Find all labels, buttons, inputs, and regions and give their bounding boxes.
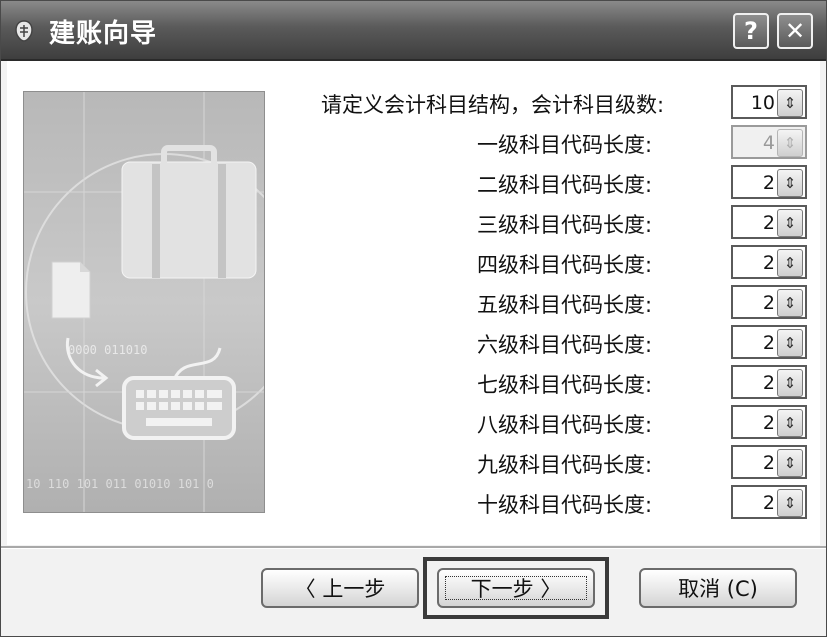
level-1-length-spinner: 4 ⇕	[731, 125, 807, 159]
levels-count-value[interactable]: 10	[751, 92, 775, 114]
spin-updown-icon[interactable]: ⇕	[777, 209, 803, 237]
window-title: 建账向导	[49, 19, 158, 49]
svg-text:0000 011010: 0000 011010	[68, 343, 147, 357]
spin-updown-icon[interactable]: ⇕	[777, 329, 803, 357]
spin-updown-icon[interactable]: ⇕	[777, 249, 803, 277]
help-button[interactable]: ?	[733, 13, 769, 49]
svg-text:10 110 101 011 01010 101 0: 10 110 101 011 01010 101 0	[26, 477, 214, 491]
level-3-label: 三级科目代码长度:	[477, 213, 653, 237]
spin-updown-icon[interactable]: ⇕	[777, 409, 803, 437]
level-4-label: 四级科目代码长度:	[477, 253, 653, 277]
level-5-label: 五级科目代码长度:	[477, 293, 653, 317]
footer-divider	[1, 546, 826, 549]
level-5-length-spinner[interactable]: 2 ⇕	[731, 285, 807, 319]
level-9-label: 九级科目代码长度:	[477, 453, 653, 477]
level-10-length-value[interactable]: 2	[763, 492, 775, 514]
level-4-length-value[interactable]: 2	[763, 252, 775, 274]
level-7-length-spinner[interactable]: 2 ⇕	[731, 365, 807, 399]
levels-prompt-label: 请定义会计科目结构，会计科目级数:	[321, 93, 665, 117]
spin-updown-icon[interactable]: ⇕	[777, 289, 803, 317]
spin-updown-icon: ⇕	[777, 129, 803, 157]
wizard-illustration: 0000 011010 10 110 101 011 01010 101 0	[23, 91, 265, 513]
level-9-length-spinner[interactable]: 2 ⇕	[731, 445, 807, 479]
level-2-label: 二级科目代码长度:	[477, 173, 653, 197]
level-6-length-value[interactable]: 2	[763, 332, 775, 354]
previous-step-button[interactable]: 〈 上一步	[261, 568, 419, 608]
document-icon	[51, 261, 91, 319]
level-2-length-spinner[interactable]: 2 ⇕	[731, 165, 807, 199]
level-8-length-value[interactable]: 2	[763, 412, 775, 434]
level-2-length-value[interactable]: 2	[763, 172, 775, 194]
wizard-content: 0000 011010 10 110 101 011 01010 101 0 请…	[7, 61, 820, 545]
spin-updown-icon[interactable]: ⇕	[777, 369, 803, 397]
next-step-button[interactable]: 下一步 〉	[437, 568, 595, 608]
close-button[interactable]: ✕	[777, 13, 813, 49]
cancel-button[interactable]: 取消 (C)	[639, 568, 797, 608]
spin-updown-icon[interactable]: ⇕	[777, 169, 803, 197]
folder-icon	[121, 145, 257, 279]
illustration-art: 0000 011010 10 110 101 011 01010 101 0	[24, 92, 264, 512]
wizard-dialog: 建账向导 ? ✕ 0000 011010 10 110 101 011 0101…	[0, 0, 827, 637]
level-8-length-spinner[interactable]: 2 ⇕	[731, 405, 807, 439]
levels-count-spinner[interactable]: 10 ⇕	[731, 85, 807, 119]
title-bar[interactable]: 建账向导 ? ✕	[1, 1, 826, 61]
level-9-length-value[interactable]: 2	[763, 452, 775, 474]
level-3-length-spinner[interactable]: 2 ⇕	[731, 205, 807, 239]
app-icon	[15, 20, 33, 42]
level-4-length-spinner[interactable]: 2 ⇕	[731, 245, 807, 279]
level-6-length-spinner[interactable]: 2 ⇕	[731, 325, 807, 359]
spin-updown-icon[interactable]: ⇕	[777, 89, 803, 117]
level-3-length-value[interactable]: 2	[763, 212, 775, 234]
level-10-length-spinner[interactable]: 2 ⇕	[731, 485, 807, 519]
focus-ring	[445, 576, 587, 600]
level-10-label: 十级科目代码长度:	[477, 493, 653, 517]
keyboard-icon	[122, 347, 236, 440]
level-5-length-value[interactable]: 2	[763, 292, 775, 314]
level-7-label: 七级科目代码长度:	[477, 373, 653, 397]
level-1-label: 一级科目代码长度:	[477, 133, 653, 157]
level-1-length-value: 4	[762, 132, 775, 154]
spin-updown-icon[interactable]: ⇕	[777, 449, 803, 477]
level-7-length-value[interactable]: 2	[763, 372, 775, 394]
spin-updown-icon[interactable]: ⇕	[777, 489, 803, 517]
level-8-label: 八级科目代码长度:	[477, 413, 653, 437]
level-6-label: 六级科目代码长度:	[477, 333, 653, 357]
